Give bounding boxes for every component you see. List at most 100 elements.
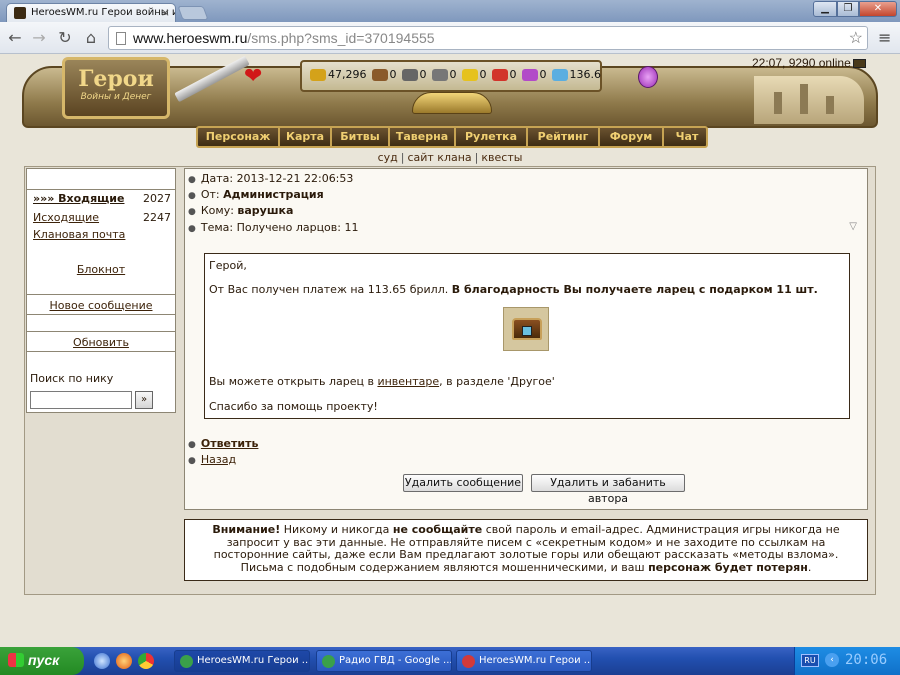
nav-item-3[interactable]: Таверна bbox=[390, 128, 456, 146]
window-maximize-button[interactable]: ❐ bbox=[837, 1, 859, 17]
clan-mail-label[interactable]: Клановая почта bbox=[27, 228, 125, 241]
taskbar-task-2[interactable]: HeroesWM.ru Герои ... bbox=[456, 650, 592, 672]
game-logo[interactable]: Герои Войны и Денег bbox=[62, 57, 170, 119]
wood-icon bbox=[371, 68, 388, 81]
forward-arrow-icon[interactable]: → bbox=[28, 28, 50, 47]
resource-mercury: 0 bbox=[431, 68, 457, 81]
windows-taskbar: пуск HeroesWM.ru Герои ... Радио ГВД - Go… bbox=[0, 647, 900, 675]
warning-text-5: . bbox=[807, 560, 812, 574]
back-link[interactable]: Назад bbox=[201, 453, 236, 466]
collapse-triangle-icon[interactable]: ▽ bbox=[849, 221, 857, 232]
search-button[interactable]: » bbox=[135, 391, 153, 409]
inbox-count: 2027 bbox=[143, 192, 171, 205]
to-label: Кому: bbox=[200, 204, 234, 217]
sidebar-item-refresh[interactable]: Обновить bbox=[27, 336, 175, 349]
taskbar-task-0[interactable]: HeroesWM.ru Герои ... bbox=[174, 650, 310, 672]
sidebar-item-inbox[interactable]: »»» Входящие 2027 bbox=[27, 192, 175, 205]
mail-sidebar: »»» Входящие 2027 Исходящие 2247 Кланова… bbox=[26, 168, 176, 413]
message-body: Герой, От Вас получен платеж на 113.65 б… bbox=[204, 253, 850, 419]
reply-row: ● Ответить bbox=[188, 437, 258, 450]
browser-tab[interactable]: HeroesWM.ru Герои войны и денег × bbox=[6, 3, 176, 22]
sub-links: суд | сайт клана | квесты bbox=[0, 151, 900, 164]
bookmark-star-icon[interactable]: ☆ bbox=[849, 28, 863, 48]
resource-value: 0 bbox=[389, 68, 397, 81]
url-path: /sms.php?sms_id=370194555 bbox=[247, 30, 435, 46]
tab-close-icon[interactable]: × bbox=[161, 6, 170, 19]
refresh-label[interactable]: Обновить bbox=[73, 336, 129, 349]
from-value: Администрация bbox=[223, 188, 324, 201]
notepad-label[interactable]: Блокнот bbox=[77, 263, 125, 276]
inbox-label[interactable]: »»» Входящие bbox=[27, 192, 124, 205]
browser-menu-icon[interactable]: ≡ bbox=[878, 28, 891, 47]
link-quests[interactable]: квесты bbox=[481, 151, 522, 164]
sidebar-item-new-message[interactable]: Новое сообщение bbox=[27, 299, 175, 312]
nav-item-4[interactable]: Рулетка bbox=[456, 128, 528, 146]
start-label: пуск bbox=[28, 652, 60, 668]
nav-item-0[interactable]: Персонаж bbox=[198, 128, 280, 146]
divider bbox=[27, 294, 175, 295]
ore-icon bbox=[401, 68, 418, 81]
nav-item-2[interactable]: Битвы bbox=[332, 128, 390, 146]
outbox-label[interactable]: Исходящие bbox=[27, 211, 99, 224]
window-close-button[interactable]: ✕ bbox=[859, 1, 897, 17]
browser-tab-strip: HeroesWM.ru Герои войны и денег × ▁ ❐ ✕ bbox=[0, 0, 900, 22]
inventory-link[interactable]: инвентаре bbox=[377, 375, 439, 388]
date-label: Дата: bbox=[200, 172, 234, 185]
online-status: 22:07, 9290 online bbox=[752, 56, 866, 70]
sidebar-item-notepad[interactable]: Блокнот bbox=[27, 263, 175, 276]
link-clan-site[interactable]: сайт клана bbox=[407, 151, 471, 164]
back-arrow-icon[interactable]: ← bbox=[4, 28, 26, 47]
window-minimize-button[interactable]: ▁ bbox=[813, 1, 837, 17]
reward-text: В благодарность Вы получаете ларец с под… bbox=[451, 283, 818, 296]
new-message-label[interactable]: Новое сообщение bbox=[49, 299, 152, 312]
mana-flask-icon bbox=[638, 66, 658, 88]
nav-item-7[interactable]: Чат bbox=[664, 128, 710, 146]
quicklaunch-ie-icon[interactable] bbox=[94, 653, 110, 669]
delete-ban-author-button[interactable]: Удалить и забанить автора bbox=[531, 474, 685, 505]
gold-icon bbox=[310, 68, 326, 81]
sidebar-item-outbox[interactable]: Исходящие 2247 bbox=[27, 211, 175, 224]
quicklaunch-firefox-icon[interactable] bbox=[116, 653, 132, 669]
outbox-count: 2247 bbox=[143, 211, 171, 224]
divider bbox=[27, 331, 175, 332]
task-app-icon bbox=[322, 655, 335, 668]
palace-tower-icon bbox=[774, 92, 782, 114]
home-icon[interactable]: ⌂ bbox=[80, 28, 102, 47]
address-bar[interactable]: www.heroeswm.ru/sms.php?sms_id=370194555… bbox=[108, 26, 868, 50]
language-indicator[interactable]: RU bbox=[801, 654, 819, 667]
link-court[interactable]: суд bbox=[378, 151, 398, 164]
resource-value: 0 bbox=[539, 68, 547, 81]
task-label: HeroesWM.ru Герои ... bbox=[197, 655, 310, 666]
online-icon[interactable] bbox=[852, 59, 866, 69]
page-icon bbox=[116, 32, 126, 45]
nav-item-6[interactable]: Форум bbox=[600, 128, 664, 146]
new-tab-button[interactable] bbox=[177, 6, 209, 20]
delete-message-button[interactable]: Удалить сообщение bbox=[403, 474, 523, 492]
task-label: HeroesWM.ru Герои ... bbox=[479, 655, 592, 666]
resource-value: 47,296 bbox=[328, 68, 367, 81]
inventory-after: , в разделе 'Другое' bbox=[439, 375, 555, 388]
resource-wood: 0 bbox=[371, 68, 397, 81]
diamonds-icon bbox=[551, 68, 568, 81]
reply-link[interactable]: Ответить bbox=[201, 437, 259, 450]
start-button[interactable]: пуск bbox=[0, 647, 84, 675]
chest-icon bbox=[503, 307, 549, 351]
sidebar-item-clan-mail[interactable]: Клановая почта bbox=[27, 228, 175, 241]
page-viewport: Герои Войны и Денег ❤ 47,296 0 0 0 0 0 0 136.6 … bbox=[0, 54, 900, 647]
nav-item-1[interactable]: Карта bbox=[280, 128, 332, 146]
taskbar-task-1[interactable]: Радио ГВД - Google ... bbox=[316, 650, 452, 672]
resource-value: 136.6 bbox=[569, 68, 602, 81]
header-ornament bbox=[412, 92, 492, 114]
date-value: 2013-12-21 22:06:53 bbox=[236, 172, 354, 185]
divider bbox=[27, 189, 175, 190]
resource-crystals: 0 bbox=[491, 68, 517, 81]
reload-icon[interactable]: ↻ bbox=[54, 28, 76, 47]
bullet-icon: ● bbox=[188, 224, 196, 234]
quicklaunch-chrome-icon[interactable] bbox=[138, 653, 154, 669]
site-favicon-icon bbox=[14, 7, 26, 19]
tray-expand-icon[interactable]: ‹ bbox=[825, 653, 839, 667]
nav-item-5[interactable]: Рейтинг bbox=[528, 128, 600, 146]
task-app-icon bbox=[180, 655, 193, 668]
nick-search-input[interactable] bbox=[30, 391, 132, 409]
divider bbox=[27, 351, 175, 352]
